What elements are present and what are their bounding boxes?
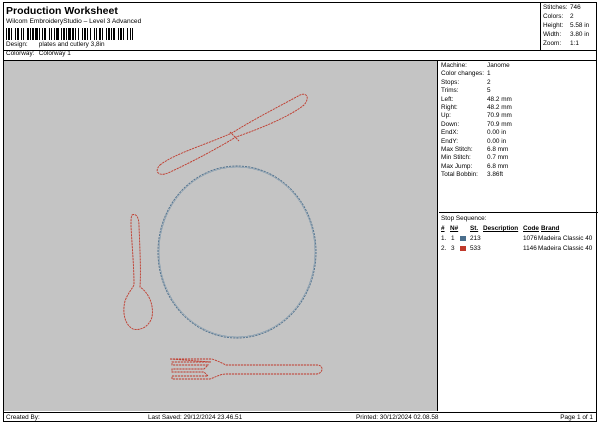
stop-row-1-color-swatch — [460, 236, 466, 241]
col-header-brand: Brand — [541, 225, 560, 232]
info-value: 2 — [487, 78, 491, 86]
created-by: Created By: — [6, 414, 40, 421]
info-value: 0.00 in — [487, 129, 507, 137]
info-label: Total Bobbin: — [441, 171, 478, 179]
design-row: Design: plates and cutlery 3,8in — [6, 41, 105, 48]
info-value: 6.8 mm — [487, 146, 509, 153]
col-header-needle: N# — [450, 225, 459, 232]
info-row-endx: EndX: 0.00 in — [441, 129, 507, 137]
info-row-maxstitch: Max Stitch: 6.8 mm — [441, 146, 509, 153]
col-header-number: # — [441, 225, 445, 232]
stat-width: Width: 3.80 in — [543, 31, 590, 38]
info-row-minstitch: Min Stitch: 0.7 mm — [441, 154, 509, 162]
info-row-down: Down: 70.9 mm — [441, 120, 512, 128]
info-row-maxjump: Max Jump: 6.8 mm — [441, 162, 509, 170]
design-info-panel: Machine: Janome Color changes: 1 Stops: 2 Trim… — [439, 61, 598, 411]
info-row-right: Right: 48.2 mm — [441, 104, 512, 111]
design-label: Design: — [6, 41, 28, 48]
info-label: Color changes: — [441, 70, 484, 78]
stop-sequence-title: Stop Sequence: — [441, 215, 487, 222]
stop-row-2-needle: 3 — [451, 245, 455, 252]
info-label: Max Stitch: — [441, 146, 473, 153]
worksheet-header: Production Worksheet Wilcom EmbroiderySt… — [4, 3, 596, 61]
info-label: Right: — [441, 104, 458, 111]
col-header-code: Code — [523, 225, 539, 232]
stat-colors: Colors: 2 — [543, 13, 574, 20]
info-label: EndY: — [441, 137, 459, 145]
stats-box: Stitches: 746 Colors: 2 Height: 5.58 in Wid… — [540, 3, 596, 51]
info-value: 5 — [487, 87, 491, 95]
info-value: 3.86ft — [487, 171, 503, 179]
info-label: Left: — [441, 95, 454, 103]
info-value: 48.2 mm — [487, 104, 512, 111]
stop-row-1-stitches: 213 — [470, 235, 481, 242]
stop-row-1-code: 1076 — [523, 235, 538, 242]
info-label: Max Jump: — [441, 162, 473, 170]
info-label: Min Stitch: — [441, 154, 471, 162]
colorway-row: Colorway: Colorway 1 — [6, 50, 71, 57]
stat-stitches: Stitches: 746 — [543, 4, 581, 11]
stop-row-1-brand: Madeira Classic 40 — [538, 235, 593, 242]
col-header-stitches: St. — [470, 225, 479, 232]
info-row-totalbobbin: Total Bobbin: 3.86ft — [441, 171, 503, 179]
info-row-colorchanges: Color changes: 1 — [441, 70, 491, 78]
stop-row-2-stitches: 533 — [470, 245, 481, 252]
design-preview-svg — [123, 93, 323, 380]
info-row-endy: EndY: 0.00 in — [441, 137, 507, 145]
info-row-machine: Machine: Janome — [441, 62, 510, 69]
page-number: Page 1 of 1 — [560, 414, 593, 421]
info-value: 70.9 mm — [487, 120, 512, 128]
stop-row-1-needle: 1 — [451, 235, 455, 242]
stat-height: Height: 5.58 in — [543, 22, 590, 29]
col-header-description: Description — [483, 225, 519, 232]
design-preview — [4, 61, 438, 411]
info-label: EndX: — [441, 129, 459, 137]
info-value: 70.9 mm — [487, 112, 512, 120]
spoon-outline — [123, 214, 153, 330]
info-value: 0.7 mm — [487, 154, 509, 162]
info-value: Janome — [487, 62, 510, 69]
stop-sequence-divider — [439, 212, 598, 213]
plate-outline-inner — [158, 166, 316, 338]
info-label: Trims: — [441, 87, 459, 95]
design-value: plates and cutlery 3,8in — [38, 41, 105, 48]
info-label: Up: — [441, 112, 451, 120]
info-value: 0.00 in — [487, 137, 507, 145]
worksheet-footer: Created By: Last Saved: 29/12/2024 23.46… — [4, 412, 596, 422]
stop-row-2-number: 2. — [441, 245, 447, 252]
page-title: Production Worksheet — [6, 5, 118, 17]
info-value: 1 — [487, 70, 491, 78]
stat-zoom: Zoom: 1:1 — [543, 40, 579, 47]
info-row-stops: Stops: 2 — [441, 78, 491, 86]
info-row-up: Up: 70.9 mm — [441, 112, 512, 120]
last-saved: Last Saved: 29/12/2024 23.46.51 — [148, 414, 243, 421]
header-divider — [4, 50, 542, 51]
software-name: Wilcom EmbroideryStudio – Level 3 Advanc… — [6, 18, 142, 25]
worksheet-page: Production Worksheet Wilcom EmbroiderySt… — [3, 2, 598, 422]
info-label: Stops: — [441, 78, 460, 86]
info-label: Down: — [441, 120, 460, 128]
fork-outline — [169, 358, 323, 380]
info-row-trims: Trims: 5 — [441, 87, 491, 95]
info-value: 6.8 mm — [487, 162, 509, 170]
stop-row-2-brand: Madeira Classic 40 — [538, 245, 593, 252]
info-label: Machine: — [441, 62, 467, 69]
barcode-icon — [6, 28, 190, 40]
colorway-value: Colorway 1 — [38, 50, 71, 57]
info-row-left: Left: 48.2 mm — [441, 95, 512, 103]
info-value: 48.2 mm — [487, 95, 512, 103]
stop-row-1-number: 1. — [441, 235, 447, 242]
colorway-label: Colorway: — [6, 50, 35, 57]
stop-row-2-color-swatch — [460, 246, 466, 251]
printed-date: Printed: 30/12/2024 02.08.58 — [356, 414, 439, 421]
stop-row-2-code: 1146 — [523, 245, 537, 252]
